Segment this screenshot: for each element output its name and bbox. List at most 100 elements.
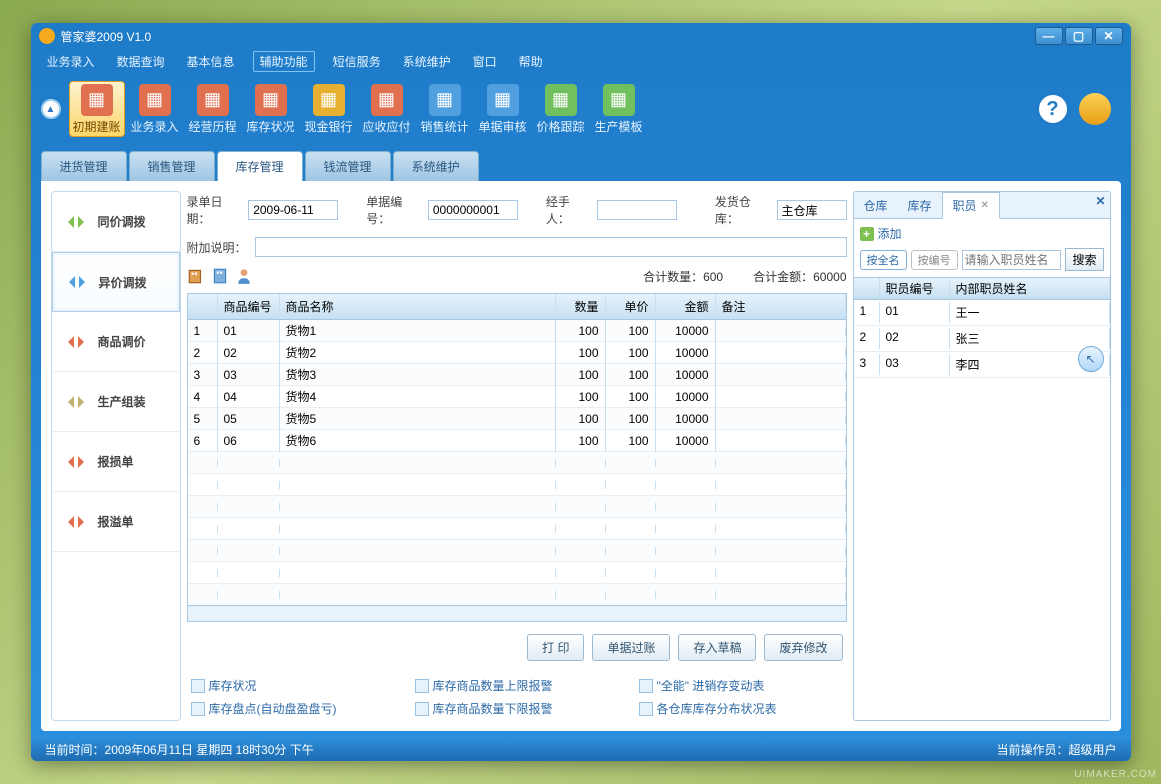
table-row[interactable]: 101货物110010010000 <box>188 320 846 342</box>
module-tabs: 进货管理销售管理库存管理钱流管理系统维护 <box>31 151 1131 181</box>
staff-row[interactable]: 101王一 <box>854 300 1110 326</box>
tab-close-icon[interactable]: ✕ <box>981 200 989 211</box>
grid-header[interactable]: 备注 <box>716 294 846 319</box>
action-button[interactable]: 废弃修改 <box>764 634 842 661</box>
link-item[interactable]: 库存状况 <box>191 677 395 694</box>
toolbar-button[interactable]: ▦经营历程 <box>185 81 241 137</box>
table-row-empty <box>188 452 846 474</box>
sidenav-item[interactable]: 商品调价 <box>52 312 180 372</box>
grid-scrollbar[interactable] <box>188 605 846 621</box>
link-item[interactable]: 各仓库库存分布状况表 <box>639 700 843 717</box>
action-button[interactable]: 单据过账 <box>592 634 670 661</box>
add-button[interactable]: + 添加 <box>854 219 1110 248</box>
module-tab[interactable]: 进货管理 <box>41 151 127 181</box>
toolbar-button[interactable]: ▦初期建账 <box>69 81 125 137</box>
right-tab[interactable]: 仓库 <box>854 192 898 218</box>
sidenav-item[interactable]: 异价调拨 <box>52 252 180 312</box>
menu-item[interactable]: 数据查询 <box>113 51 169 72</box>
date-input[interactable] <box>248 200 338 220</box>
globe-icon[interactable] <box>1079 93 1111 125</box>
person-icon[interactable] <box>235 267 253 285</box>
tool-icon: ▦ <box>487 84 519 116</box>
report-icon <box>191 679 205 693</box>
toolbar-button[interactable]: ▦现金银行 <box>301 81 357 137</box>
scroll-up-icon[interactable]: ↖ <box>1078 346 1104 372</box>
content-panel: 同价调拨异价调拨商品调价生产组装报损单报溢单 录单日期： 单据编号： 经手人： … <box>41 181 1121 731</box>
rgrid-header[interactable] <box>854 278 880 299</box>
building1-icon[interactable] <box>187 267 205 285</box>
sidenav-icon <box>64 450 88 474</box>
statusbar: 当前时间：2009年06月11日 星期四 18时30分 下午 当前操作员：超级用… <box>31 737 1131 761</box>
rgrid-header[interactable]: 职员编号 <box>880 278 950 299</box>
search-input[interactable] <box>962 250 1062 270</box>
sidenav-item[interactable]: 报溢单 <box>52 492 180 552</box>
menu-item[interactable]: 业务录入 <box>43 51 99 72</box>
staff-row[interactable]: 202张三 <box>854 326 1110 352</box>
sidenav-icon <box>64 330 88 354</box>
handler-input[interactable] <box>597 200 677 220</box>
toolbar-button[interactable]: ▦业务录入 <box>127 81 183 137</box>
titlebar: 管家婆2009 V1.0 — ▢ ✕ <box>31 23 1131 49</box>
note-input[interactable] <box>255 237 847 257</box>
toolbar-button[interactable]: ▦生产模板 <box>591 81 647 137</box>
sidenav-item[interactable]: 报损单 <box>52 432 180 492</box>
toolbar: ▦初期建账▦业务录入▦经营历程▦库存状况▦现金银行▦应收应付▦销售统计▦单据审核… <box>65 77 1037 141</box>
warehouse-input[interactable] <box>777 200 847 220</box>
collapse-toolbar-icon[interactable]: ▲ <box>41 99 61 119</box>
table-row[interactable]: 303货物310010010000 <box>188 364 846 386</box>
right-tab[interactable]: 库存 <box>898 192 942 218</box>
building2-icon[interactable] <box>211 267 229 285</box>
grid-header[interactable]: 单价 <box>606 294 656 319</box>
grid-header[interactable]: 商品编号 <box>218 294 280 319</box>
panel-close-icon[interactable]: ✕ <box>1095 194 1105 208</box>
menu-item[interactable]: 基本信息 <box>183 51 239 72</box>
menubar: 业务录入数据查询基本信息辅助功能短信服务系统维护窗口帮助 <box>31 49 1131 73</box>
rgrid-header[interactable]: 内部职员姓名 <box>950 278 1110 299</box>
minimize-button[interactable]: — <box>1035 27 1063 45</box>
module-tab[interactable]: 库存管理 <box>217 151 303 181</box>
menu-item[interactable]: 帮助 <box>515 51 547 72</box>
action-button[interactable]: 打 印 <box>527 634 584 661</box>
staff-row[interactable]: 303李四 <box>854 352 1110 378</box>
menu-item[interactable]: 系统维护 <box>399 51 455 72</box>
total-qty-value: 600 <box>703 270 723 284</box>
help-icon[interactable]: ? <box>1037 93 1069 125</box>
module-tab[interactable]: 系统维护 <box>393 151 479 181</box>
module-tab[interactable]: 销售管理 <box>129 151 215 181</box>
link-item[interactable]: 库存商品数量下限报警 <box>415 700 619 717</box>
module-tab[interactable]: 钱流管理 <box>305 151 391 181</box>
filter-code-button[interactable]: 按编号 <box>911 250 958 270</box>
table-row[interactable]: 404货物410010010000 <box>188 386 846 408</box>
search-button[interactable]: 搜索 <box>1065 248 1103 271</box>
right-tab[interactable]: 职员✕ <box>942 192 1000 219</box>
grid-header[interactable] <box>188 294 218 319</box>
toolbar-button[interactable]: ▦库存状况 <box>243 81 299 137</box>
close-button[interactable]: ✕ <box>1095 27 1123 45</box>
menu-item[interactable]: 窗口 <box>469 51 501 72</box>
menu-item[interactable]: 短信服务 <box>329 51 385 72</box>
table-row[interactable]: 202货物210010010000 <box>188 342 846 364</box>
link-item[interactable]: 库存商品数量上限报警 <box>415 677 619 694</box>
grid-header[interactable]: 商品名称 <box>280 294 556 319</box>
table-row[interactable]: 606货物610010010000 <box>188 430 846 452</box>
link-item[interactable]: "全能" 进销存变动表 <box>639 677 843 694</box>
filter-all-button[interactable]: 按全名 <box>860 250 907 270</box>
table-row-empty <box>188 496 846 518</box>
status-user: 超级用户 <box>1068 743 1116 757</box>
docno-input[interactable] <box>428 200 518 220</box>
action-button[interactable]: 存入草稿 <box>678 634 756 661</box>
table-row-empty <box>188 562 846 584</box>
grid-header[interactable]: 金额 <box>656 294 716 319</box>
table-row[interactable]: 505货物510010010000 <box>188 408 846 430</box>
toolbar-button[interactable]: ▦销售统计 <box>417 81 473 137</box>
link-item[interactable]: 库存盘点(自动盘盈盘亏) <box>191 700 395 717</box>
toolbar-button[interactable]: ▦价格跟踪 <box>533 81 589 137</box>
table-row-empty <box>188 584 846 605</box>
menu-item[interactable]: 辅助功能 <box>253 51 315 72</box>
sidenav-item[interactable]: 生产组装 <box>52 372 180 432</box>
maximize-button[interactable]: ▢ <box>1065 27 1093 45</box>
toolbar-button[interactable]: ▦单据审核 <box>475 81 531 137</box>
grid-header[interactable]: 数量 <box>556 294 606 319</box>
sidenav-item[interactable]: 同价调拨 <box>52 192 180 252</box>
toolbar-button[interactable]: ▦应收应付 <box>359 81 415 137</box>
